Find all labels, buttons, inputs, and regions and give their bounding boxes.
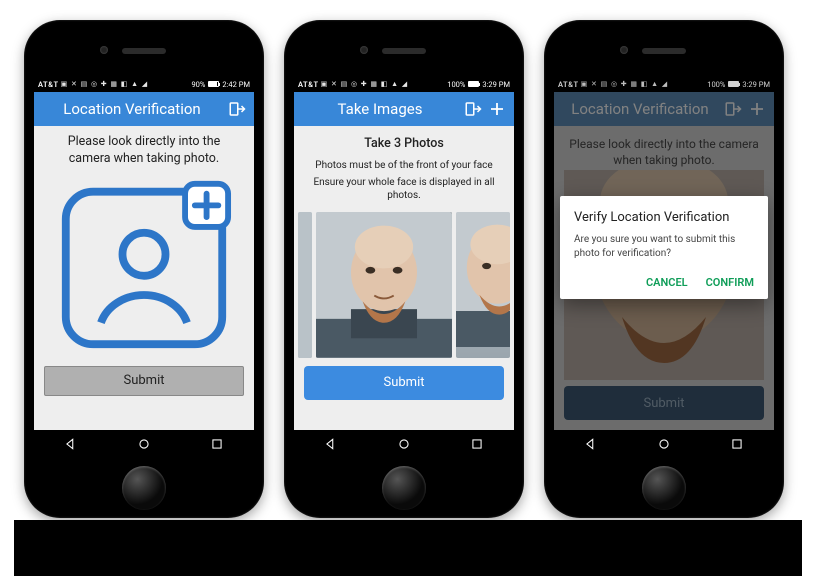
add-photo-placeholder[interactable] (56, 178, 232, 354)
battery-percent: 100% (707, 80, 725, 89)
battery-icon (728, 81, 739, 87)
phone-mock-3: AT&T ▣ ✕ ▤ ◎ ✚ ▦ ◧ ▲ ◢ 100% 3:29 PM Loca… (544, 20, 784, 518)
android-navbar (34, 430, 254, 460)
status-bar: AT&T ▣ ✕ ▤ ◎ ✚ ▦ ◧ ▲ ◢ 100% 3:29 PM (294, 76, 514, 92)
android-navbar (554, 430, 774, 460)
logout-icon[interactable] (464, 100, 482, 118)
carrier-label: AT&T (38, 80, 59, 89)
page-title: Location Verification (42, 100, 222, 118)
logout-icon[interactable] (228, 100, 246, 118)
cancel-button[interactable]: CANCEL (646, 276, 688, 289)
back-icon[interactable] (64, 436, 78, 455)
app-header: Location Verification (34, 92, 254, 126)
recents-icon[interactable] (210, 436, 224, 455)
back-icon[interactable] (324, 436, 338, 455)
status-bar: AT&T ▣ ✕ ▤ ◎ ✚ ▦ ◧ ▲ ◢ 100% 3:29 PM (554, 76, 774, 92)
footer-strip (14, 520, 802, 576)
content-area: Take 3 Photos Photos must be of the fron… (294, 126, 514, 430)
photo-thumb-next[interactable] (456, 212, 510, 358)
battery-icon (468, 81, 479, 87)
carrier-label: AT&T (558, 80, 579, 89)
content-area: Please look directly into the camera whe… (34, 126, 254, 430)
plus-icon[interactable] (488, 100, 506, 118)
back-icon[interactable] (584, 436, 598, 455)
heading: Take 3 Photos (294, 126, 514, 157)
status-icons: ▣ ✕ ▤ ◎ ✚ ▦ ◧ ▲ ◢ (61, 80, 149, 88)
status-bar: AT&T ▣ ✕ ▤ ◎ ✚ ▦ ◧ ▲ ◢ 90% 2:42 PM (34, 76, 254, 92)
submit-button[interactable]: Submit (304, 366, 504, 400)
app-header: Take Images (294, 92, 514, 126)
dialog-title: Verify Location Verification (574, 210, 754, 225)
home-icon[interactable] (397, 436, 411, 455)
battery-percent: 100% (447, 80, 465, 89)
photo-strip: x (294, 206, 514, 358)
photo-thumb-prev[interactable] (298, 212, 312, 358)
carrier-label: AT&T (298, 80, 319, 89)
home-icon[interactable] (137, 436, 151, 455)
recents-icon[interactable] (730, 436, 744, 455)
photo-thumb-main[interactable]: x (316, 212, 452, 358)
phone-mock-1: AT&T ▣ ✕ ▤ ◎ ✚ ▦ ◧ ▲ ◢ 90% 2:42 PM Locat… (24, 20, 264, 518)
home-icon[interactable] (657, 436, 671, 455)
android-navbar (294, 430, 514, 460)
submit-button[interactable]: Submit (44, 366, 244, 396)
battery-icon (208, 81, 219, 87)
status-icons: ▣ ✕ ▤ ◎ ✚ ▦ ◧ ▲ ◢ (581, 80, 669, 88)
dialog-body: Are you sure you want to submit this pho… (574, 233, 754, 260)
status-icons: ▣ ✕ ▤ ◎ ✚ ▦ ◧ ▲ ◢ (321, 80, 409, 88)
confirm-dialog: Verify Location Verification Are you sur… (560, 196, 768, 299)
clock: 3:29 PM (742, 80, 770, 89)
instruction-text: Please look directly into the camera whe… (34, 126, 254, 172)
phone-mock-2: AT&T ▣ ✕ ▤ ◎ ✚ ▦ ◧ ▲ ◢ 100% 3:29 PM Take… (284, 20, 524, 518)
recents-icon[interactable] (470, 436, 484, 455)
clock: 2:42 PM (222, 80, 250, 89)
instruction-line-1: Photos must be of the front of your face (294, 157, 514, 174)
instruction-line-2: Ensure your whole face is displayed in a… (294, 174, 514, 206)
clock: 3:29 PM (482, 80, 510, 89)
page-title: Take Images (302, 100, 458, 118)
battery-percent: 90% (191, 80, 205, 89)
confirm-button[interactable]: CONFIRM (706, 276, 754, 289)
